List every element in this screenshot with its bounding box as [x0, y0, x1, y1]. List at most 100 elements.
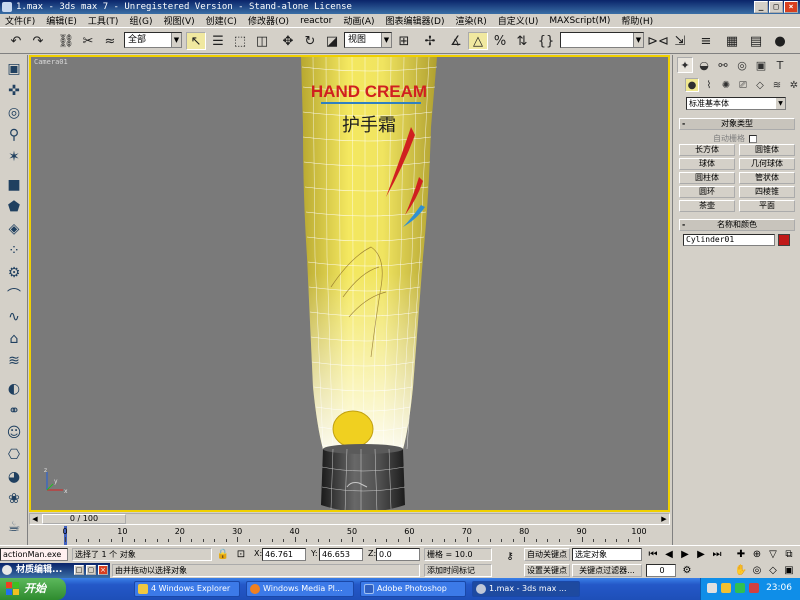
maximize-icon[interactable]: ▢ [86, 565, 96, 575]
task-windows-explorer[interactable]: 4 Windows Explorer [134, 581, 240, 597]
pivot-center-icon[interactable]: ⊞ [394, 32, 414, 50]
object-type-rollout-header[interactable]: - 对象类型 [679, 118, 795, 130]
task-adobe-photoshop[interactable]: Adobe Photoshop [360, 581, 466, 597]
cone-button[interactable]: 圆锥体 [739, 144, 795, 156]
box-button[interactable]: 长方体 [679, 144, 735, 156]
teapot-button[interactable]: 茶壶 [679, 200, 735, 212]
task-windows-media-player[interactable]: Windows Media Pl... [246, 581, 354, 597]
layer-manager-icon[interactable]: ≡ [696, 32, 716, 50]
menu-modifiers[interactable]: 修改器(O) [245, 14, 292, 27]
zoom-extents-icon[interactable]: ▽ [766, 548, 780, 561]
rotate-icon[interactable]: ◎ [4, 103, 24, 123]
shape-icon[interactable]: ⬟ [4, 197, 24, 217]
key-mode-dropdown[interactable]: 选定对象 [572, 548, 642, 561]
compound-icon[interactable]: ◈ [4, 219, 24, 239]
sphere-button[interactable]: 球体 [679, 158, 735, 170]
select-by-name-icon[interactable]: ☰ [208, 32, 228, 50]
wave-icon[interactable]: ≋ [4, 351, 24, 371]
cylinder-button[interactable]: 圆柱体 [679, 172, 735, 184]
named-selection-set-dropdown[interactable]: ▼ [560, 32, 644, 48]
goto-start-icon[interactable]: ⏮ [646, 548, 660, 561]
menu-animation[interactable]: 动画(A) [340, 14, 377, 27]
slider-prev-icon[interactable]: ◀ [30, 514, 40, 524]
menu-help[interactable]: 帮助(H) [618, 14, 656, 27]
character-icon[interactable]: ☺ [4, 423, 24, 443]
geosphere-button[interactable]: 几何球体 [739, 158, 795, 170]
menu-tools[interactable]: 工具(T) [85, 14, 122, 27]
auto-key-button[interactable]: 自动关键点 [524, 548, 570, 561]
camera-icon[interactable]: ⎔ [4, 445, 24, 465]
zoom-icon[interactable]: ✚ [734, 548, 748, 561]
select-object-icon[interactable]: ↖ [186, 32, 206, 50]
menu-graph-editors[interactable]: 图表编辑器(D) [383, 14, 448, 27]
edit-named-selection-icon[interactable]: {} [536, 32, 556, 50]
utilities-tab-icon[interactable]: T [772, 57, 788, 73]
start-button[interactable]: 开始 [0, 578, 66, 600]
light-icon[interactable]: ⚲ [4, 125, 24, 145]
select-and-link-icon[interactable]: ⛓ [56, 32, 76, 50]
hierarchy-tab-icon[interactable]: ⚯ [715, 57, 731, 73]
bone-icon[interactable]: ⚭ [4, 401, 24, 421]
menu-views[interactable]: 视图(V) [160, 14, 197, 27]
create-tab-icon[interactable]: ✦ [677, 57, 693, 73]
bind-to-space-warp-icon[interactable]: ≈ [100, 32, 120, 50]
x-coordinate-field[interactable]: 46.761 [262, 548, 306, 561]
selection-filter-dropdown[interactable]: 全部 ▼ [124, 32, 182, 48]
maximize-button[interactable]: □ [769, 1, 783, 13]
pyramid-button[interactable]: 四棱锥 [739, 186, 795, 198]
close-icon[interactable]: × [98, 565, 108, 575]
redo-icon[interactable]: ↷ [28, 32, 48, 50]
select-and-rotate-icon[interactable]: ↻ [300, 32, 320, 50]
motion-tab-icon[interactable]: ◎ [734, 57, 750, 73]
fov-icon[interactable]: ◇ [766, 564, 780, 577]
tray-alert-icon[interactable] [749, 583, 759, 593]
reference-coordinate-dropdown[interactable]: 视图 ▼ [344, 32, 392, 48]
time-slider[interactable]: ◀ 0 / 100 ▶ [29, 513, 670, 525]
slider-next-icon[interactable]: ▶ [659, 514, 669, 524]
key-icon[interactable]: ⚷ [500, 550, 520, 563]
teapot-icon[interactable]: ☕ [4, 517, 24, 537]
autogrid-option[interactable]: 自动栅格 [713, 133, 757, 144]
material-editor-icon[interactable]: ● [770, 32, 790, 50]
task-3ds-max[interactable]: 1.max - 3ds max ... [472, 581, 580, 597]
angle-snap-icon[interactable]: △ [468, 32, 488, 50]
goto-end-icon[interactable]: ⏭ [710, 548, 724, 561]
shapes-icon[interactable]: ⌇ [702, 78, 716, 92]
play-icon[interactable]: ▶ [678, 548, 692, 561]
orbit-icon[interactable]: ◎ [750, 564, 764, 577]
percent-snap-icon[interactable]: % [490, 32, 510, 50]
set-key-button[interactable]: 设置关键点 [524, 564, 570, 577]
window-crossing-icon[interactable]: ◫ [252, 32, 272, 50]
time-config-icon[interactable]: ⚙ [680, 564, 694, 577]
zoom-all-icon[interactable]: ⊕ [750, 548, 764, 561]
bend-icon[interactable]: ⌒ [4, 285, 24, 305]
absolute-mode-icon[interactable]: ⊡ [234, 548, 248, 561]
torus-button[interactable]: 圆环 [679, 186, 735, 198]
maximize-viewport-icon[interactable]: ▣ [782, 564, 796, 577]
maxscript-listener[interactable]: actionMan.exe [0, 548, 68, 561]
menu-file[interactable]: 文件(F) [2, 14, 38, 27]
geometry-icon[interactable]: ● [685, 78, 699, 92]
zoom-extents-all-icon[interactable]: ⧉ [782, 548, 796, 561]
twist-icon[interactable]: ∿ [4, 307, 24, 327]
name-color-rollout-header[interactable]: - 名称和颜色 [679, 219, 795, 231]
z-coordinate-field[interactable]: 0.0 [376, 548, 420, 561]
autogrid-checkbox[interactable] [749, 134, 757, 143]
restore-icon[interactable]: □ [74, 565, 84, 575]
environment-icon[interactable]: ❀ [4, 489, 24, 509]
uvw-icon[interactable]: ◐ [4, 379, 24, 399]
mirror-icon[interactable]: ⊳⊲ [647, 32, 669, 50]
prev-frame-icon[interactable]: ◀ [662, 548, 676, 561]
object-color-swatch[interactable] [778, 234, 790, 246]
plane-button[interactable]: 平面 [739, 200, 795, 212]
lock-selection-icon[interactable]: 🔒 [216, 548, 230, 561]
window-titlebar[interactable]: 1.max - 3ds max 7 - Unregistered Version… [0, 0, 800, 14]
schematic-view-icon[interactable]: ▤ [746, 32, 766, 50]
cameras-icon[interactable]: ⎚ [736, 78, 750, 92]
display-tab-icon[interactable]: ▣ [753, 57, 769, 73]
modify-tab-icon[interactable]: ◒ [696, 57, 712, 73]
next-frame-icon[interactable]: ▶ [694, 548, 708, 561]
manipulate-icon[interactable]: ✢ [420, 32, 440, 50]
menu-rendering[interactable]: 渲染(R) [452, 14, 489, 27]
space-warps-icon[interactable]: ≋ [770, 78, 784, 92]
